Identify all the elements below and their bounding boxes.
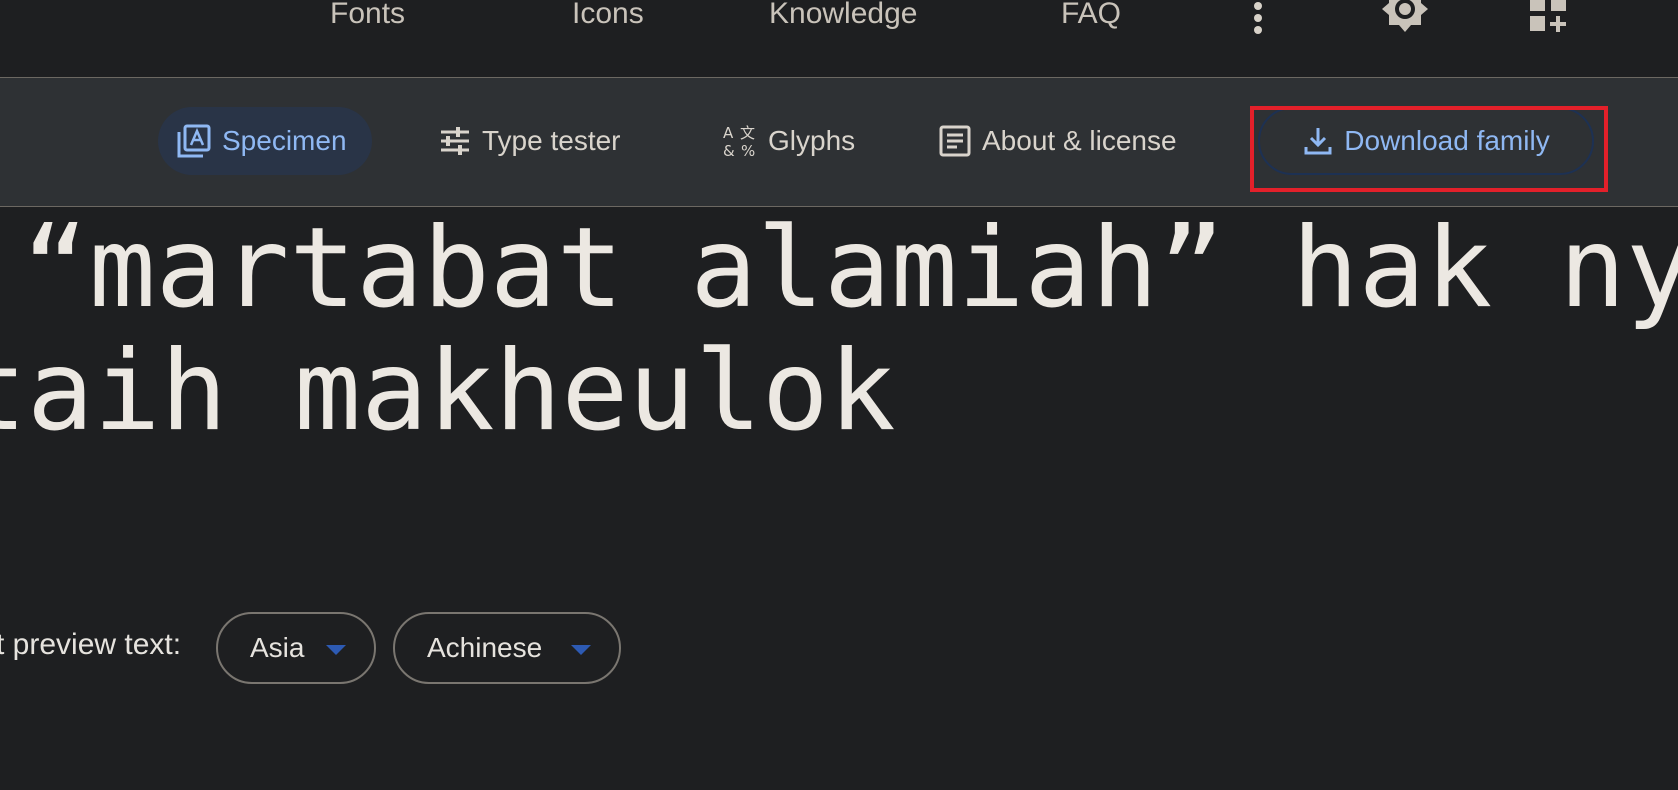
tab-about-license-label: About & license	[982, 125, 1177, 156]
svg-text:文: 文	[740, 124, 755, 142]
svg-text:A: A	[723, 124, 734, 142]
brightness-icon[interactable]	[1380, 0, 1430, 34]
glyphs-icon: A 文 & %	[723, 124, 755, 159]
nav-icons-link[interactable]: Icons	[572, 0, 644, 34]
tune-icon	[441, 127, 469, 155]
download-family-button[interactable]: Download family	[1258, 107, 1594, 175]
nav-fonts-link[interactable]: Fonts	[330, 0, 405, 34]
region-dropdown[interactable]: Asia	[216, 612, 376, 684]
region-value: Asia	[250, 632, 305, 663]
svg-text:&: &	[723, 142, 735, 159]
tab-specimen-label: Specimen	[222, 125, 347, 156]
tab-glyphs[interactable]: A 文 & % Glyphs	[704, 107, 873, 175]
tab-about-license[interactable]: About & license	[920, 107, 1195, 175]
caret-down-icon	[326, 645, 346, 655]
caret-down-icon	[571, 645, 591, 655]
page: Fonts Icons Knowledge FAQ Specimen Type …	[0, 0, 1678, 790]
preview-line-1: “martabat alamiah” hak nyang	[22, 204, 1678, 333]
more-vert-icon[interactable]	[1250, 0, 1266, 36]
article-icon	[939, 125, 971, 157]
svg-text:%: %	[741, 142, 755, 159]
preview-text-label: t preview text:	[0, 628, 182, 661]
tab-type-tester[interactable]: Type tester	[420, 107, 639, 175]
tab-type-tester-label: Type tester	[482, 125, 621, 156]
top-nav: Fonts Icons Knowledge FAQ	[0, 0, 1678, 78]
preview-line-2: taih makheulok	[0, 327, 896, 456]
specimen-icon	[177, 124, 211, 158]
language-value: Achinese	[427, 632, 543, 663]
download-family-label: Download family	[1344, 125, 1550, 156]
nav-faq-link[interactable]: FAQ	[1061, 0, 1121, 34]
tab-bar: Specimen Type tester A 文 & % Glyphs Abou…	[0, 78, 1678, 207]
nav-knowledge-link[interactable]: Knowledge	[769, 0, 917, 34]
tab-specimen[interactable]: Specimen	[158, 107, 372, 175]
apps-add-icon[interactable]	[1528, 0, 1570, 34]
download-icon	[1304, 128, 1332, 155]
language-dropdown[interactable]: Achinese	[393, 612, 621, 684]
tab-glyphs-label: Glyphs	[768, 125, 856, 156]
